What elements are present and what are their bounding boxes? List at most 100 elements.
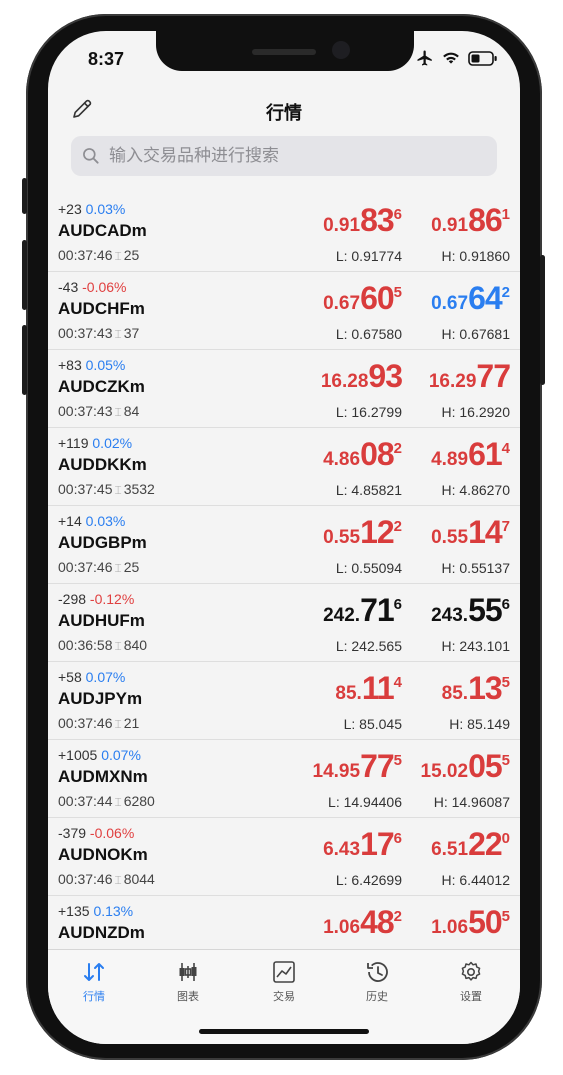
ask-price-prefix: 243. bbox=[431, 605, 469, 626]
ask-price[interactable]: 15.02055 bbox=[421, 748, 510, 792]
ask-price-prefix: 6.51 bbox=[431, 839, 469, 860]
home-indicator[interactable] bbox=[199, 1029, 369, 1034]
bid-price[interactable]: 242.716 bbox=[323, 592, 402, 636]
tab-history[interactable]: 历史 bbox=[347, 960, 407, 1004]
bid-price-pips: 83 bbox=[360, 202, 395, 238]
quote-row[interactable]: +14 0.03% AUDGBPm 00:37:46 ⌶ 25 0.55122 0.5514… bbox=[48, 506, 520, 584]
bid-price[interactable]: 0.91836 bbox=[323, 202, 402, 246]
ask-price-fraction: 2 bbox=[501, 284, 510, 301]
daily-change: +119 0.02% bbox=[58, 435, 132, 451]
quote-row[interactable]: -43 -0.06% AUDCHFm 00:37:43 ⌶ 37 0.67605 0.676… bbox=[48, 272, 520, 350]
tab-settings[interactable]: 设置 bbox=[441, 960, 501, 1004]
change-percent: 0.07% bbox=[85, 669, 126, 685]
bid-price[interactable]: 14.95775 bbox=[313, 748, 402, 792]
bid-price[interactable]: 85.114 bbox=[335, 670, 402, 714]
change-percent: 0.05% bbox=[85, 357, 126, 373]
tab-trade[interactable]: 交易 bbox=[254, 960, 314, 1004]
ask-price-pips: 05 bbox=[468, 748, 503, 784]
spread-icon: ⌶ bbox=[114, 873, 122, 887]
ask-price-prefix: 15.02 bbox=[420, 761, 469, 782]
change-percent: 0.02% bbox=[92, 435, 133, 451]
symbol-name: AUDGBPm bbox=[58, 533, 147, 552]
speaker bbox=[252, 49, 316, 55]
high-price: H: 243.101 bbox=[441, 638, 511, 654]
symbol-name: AUDDKKm bbox=[58, 455, 147, 474]
bid-price[interactable]: 0.67605 bbox=[323, 280, 402, 324]
daily-change: +83 0.05% bbox=[58, 357, 125, 373]
bid-price[interactable]: 6.43176 bbox=[323, 826, 402, 870]
ask-price-fraction: 5 bbox=[501, 752, 510, 769]
ask-price-prefix: 0.91 bbox=[431, 215, 469, 236]
ask-price[interactable]: 243.556 bbox=[431, 592, 510, 636]
wifi-icon bbox=[443, 52, 459, 64]
bid-price-prefix: 0.55 bbox=[323, 527, 361, 548]
bid-price-pips: 08 bbox=[360, 436, 395, 472]
ask-price[interactable]: 85.135 bbox=[442, 670, 510, 714]
spread-value: 3532 bbox=[123, 481, 155, 497]
bid-price-fraction: 6 bbox=[393, 596, 402, 613]
tab-label: 交易 bbox=[273, 991, 295, 1003]
quote-row[interactable]: -298 -0.12% AUDHUFm 00:36:58 ⌶ 840 242.716 243… bbox=[48, 584, 520, 662]
bid-price-prefix: 85. bbox=[335, 683, 362, 704]
daily-change: -298 -0.12% bbox=[58, 591, 134, 607]
symbol-name: AUDJPYm bbox=[58, 689, 143, 708]
ask-price[interactable]: 4.89614 bbox=[431, 436, 510, 480]
tab-label: 历史 bbox=[366, 991, 388, 1003]
bid-price-prefix: 6.43 bbox=[323, 839, 361, 860]
quote-row[interactable]: +58 0.07% AUDJPYm 00:37:46 ⌶ 21 85.114 85.135 L… bbox=[48, 662, 520, 740]
bid-price-fraction: 2 bbox=[393, 908, 402, 925]
time-value: 00:37:46 bbox=[58, 871, 113, 887]
ask-price-prefix: 0.55 bbox=[431, 527, 469, 548]
symbol-name: AUDHUFm bbox=[58, 611, 145, 630]
quote-row[interactable]: +23 0.03% AUDCADm 00:37:46 ⌶ 25 0.91836 0.9186… bbox=[48, 194, 520, 272]
bid-price[interactable]: 0.55122 bbox=[323, 514, 402, 558]
bid-price[interactable]: 4.86082 bbox=[323, 436, 402, 480]
spread-value: 25 bbox=[123, 559, 140, 575]
ask-price[interactable]: 6.51220 bbox=[431, 826, 510, 870]
change-percent: 0.03% bbox=[85, 513, 126, 529]
quote-time: 00:37:43 ⌶ 37 bbox=[58, 325, 139, 342]
ask-price-pips: 61 bbox=[468, 436, 503, 472]
search-bar[interactable] bbox=[71, 136, 497, 176]
high-price: H: 85.149 bbox=[449, 716, 510, 732]
ask-price-fraction: 5 bbox=[501, 908, 510, 925]
airplane-icon bbox=[417, 50, 432, 66]
ask-price[interactable]: 0.91861 bbox=[431, 202, 510, 246]
bid-price[interactable]: 1.06482 bbox=[323, 904, 402, 948]
tab-quotes[interactable]: 行情 bbox=[64, 960, 124, 1004]
quote-row[interactable]: +1005 0.07% AUDMXNm 00:37:44 ⌶ 6280 14.95775 1… bbox=[48, 740, 520, 818]
quote-row[interactable]: +135 0.13%AUDNZDm00:37:46⌶231.064821.065… bbox=[48, 896, 520, 949]
time-value: 00:37:46 bbox=[58, 715, 113, 731]
bid-price-pips: 60 bbox=[360, 280, 395, 316]
bid-price-pips: 11 bbox=[361, 670, 395, 706]
settings-icon bbox=[461, 961, 481, 981]
daily-change: +1005 0.07% bbox=[58, 747, 141, 763]
status-time: 8:37 bbox=[88, 49, 125, 69]
spread-value: 25 bbox=[123, 247, 140, 263]
change-points: -43 bbox=[58, 279, 79, 295]
ask-price-prefix: 4.89 bbox=[431, 449, 469, 470]
change-points: +135 bbox=[58, 903, 90, 919]
bid-price-prefix: 0.91 bbox=[323, 215, 361, 236]
ask-price[interactable]: 1.06505 bbox=[431, 904, 510, 948]
quote-row[interactable]: -379 -0.06% AUDNOKm 00:37:46 ⌶ 8044 6.43176 6.… bbox=[48, 818, 520, 896]
quote-row[interactable]: +83 0.05% AUDCZKm 00:37:43 ⌶ 84 16.2893 16.297… bbox=[48, 350, 520, 428]
quote-row[interactable]: +119 0.02% AUDDKKm 00:37:45 ⌶ 3532 4.86082 4.8… bbox=[48, 428, 520, 506]
ask-price-pips: 55 bbox=[468, 592, 503, 628]
search-input[interactable] bbox=[107, 145, 471, 167]
quote-time: 00:37:43 ⌶ 84 bbox=[58, 403, 139, 420]
ask-price-fraction: 7 bbox=[501, 518, 510, 535]
high-price: H: 0.55137 bbox=[441, 560, 511, 576]
ask-price[interactable]: 0.67642 bbox=[431, 280, 510, 324]
symbol-name: AUDNZDm bbox=[58, 923, 145, 942]
ask-price[interactable]: 0.55147 bbox=[431, 514, 510, 558]
ask-price[interactable]: 16.2977 bbox=[429, 358, 511, 402]
ask-price-pips: 14 bbox=[468, 514, 503, 550]
tab-charts[interactable]: 图表 bbox=[158, 960, 218, 1004]
ask-price-fraction: 0 bbox=[501, 830, 510, 847]
bid-price[interactable]: 16.2893 bbox=[321, 358, 403, 402]
bid-price-fraction: 5 bbox=[393, 752, 402, 769]
spread-icon: ⌶ bbox=[114, 483, 122, 497]
trade-icon bbox=[273, 961, 295, 983]
change-points: +23 bbox=[58, 201, 82, 217]
